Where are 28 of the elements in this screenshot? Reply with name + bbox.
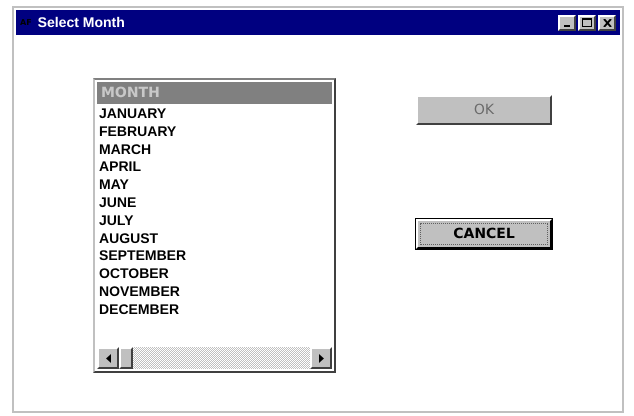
maximize-icon	[582, 18, 592, 27]
month-item[interactable]: MAY	[99, 176, 129, 194]
month-item[interactable]: DECEMBER	[99, 300, 180, 319]
app-icon: AF	[20, 18, 32, 26]
scroll-right-button[interactable]	[310, 347, 332, 369]
maximize-button[interactable]	[578, 14, 596, 30]
right-arrow-icon	[318, 354, 324, 362]
month-item[interactable]: SEPTEMBER	[99, 247, 186, 266]
month-item[interactable]: JUNE	[99, 194, 136, 212]
month-item[interactable]: OCTOBER	[99, 265, 169, 283]
window-title: Select Month	[38, 13, 126, 32]
minimize-icon	[564, 24, 570, 26]
month-item[interactable]: JANUARY	[99, 105, 166, 123]
month-item[interactable]: JULY	[99, 212, 134, 230]
scroll-thumb[interactable]	[119, 347, 133, 369]
month-item[interactable]: MARCH	[99, 140, 152, 158]
month-item[interactable]: NOVEMBER	[99, 282, 180, 301]
close-icon	[602, 18, 612, 26]
left-arrow-icon	[106, 354, 110, 362]
minimize-button[interactable]	[558, 14, 576, 30]
scroll-left-button[interactable]	[97, 347, 119, 369]
month-item[interactable]: APRIL	[99, 158, 141, 176]
horizontal-scrollbar[interactable]	[97, 347, 332, 369]
dialog-button[interactable]: CANCEL	[416, 219, 552, 249]
month-item[interactable]: AUGUST	[99, 230, 158, 248]
close-button[interactable]	[598, 14, 616, 30]
month-item[interactable]: FEBRUARY	[99, 122, 176, 141]
list-header: MONTH	[97, 82, 332, 104]
